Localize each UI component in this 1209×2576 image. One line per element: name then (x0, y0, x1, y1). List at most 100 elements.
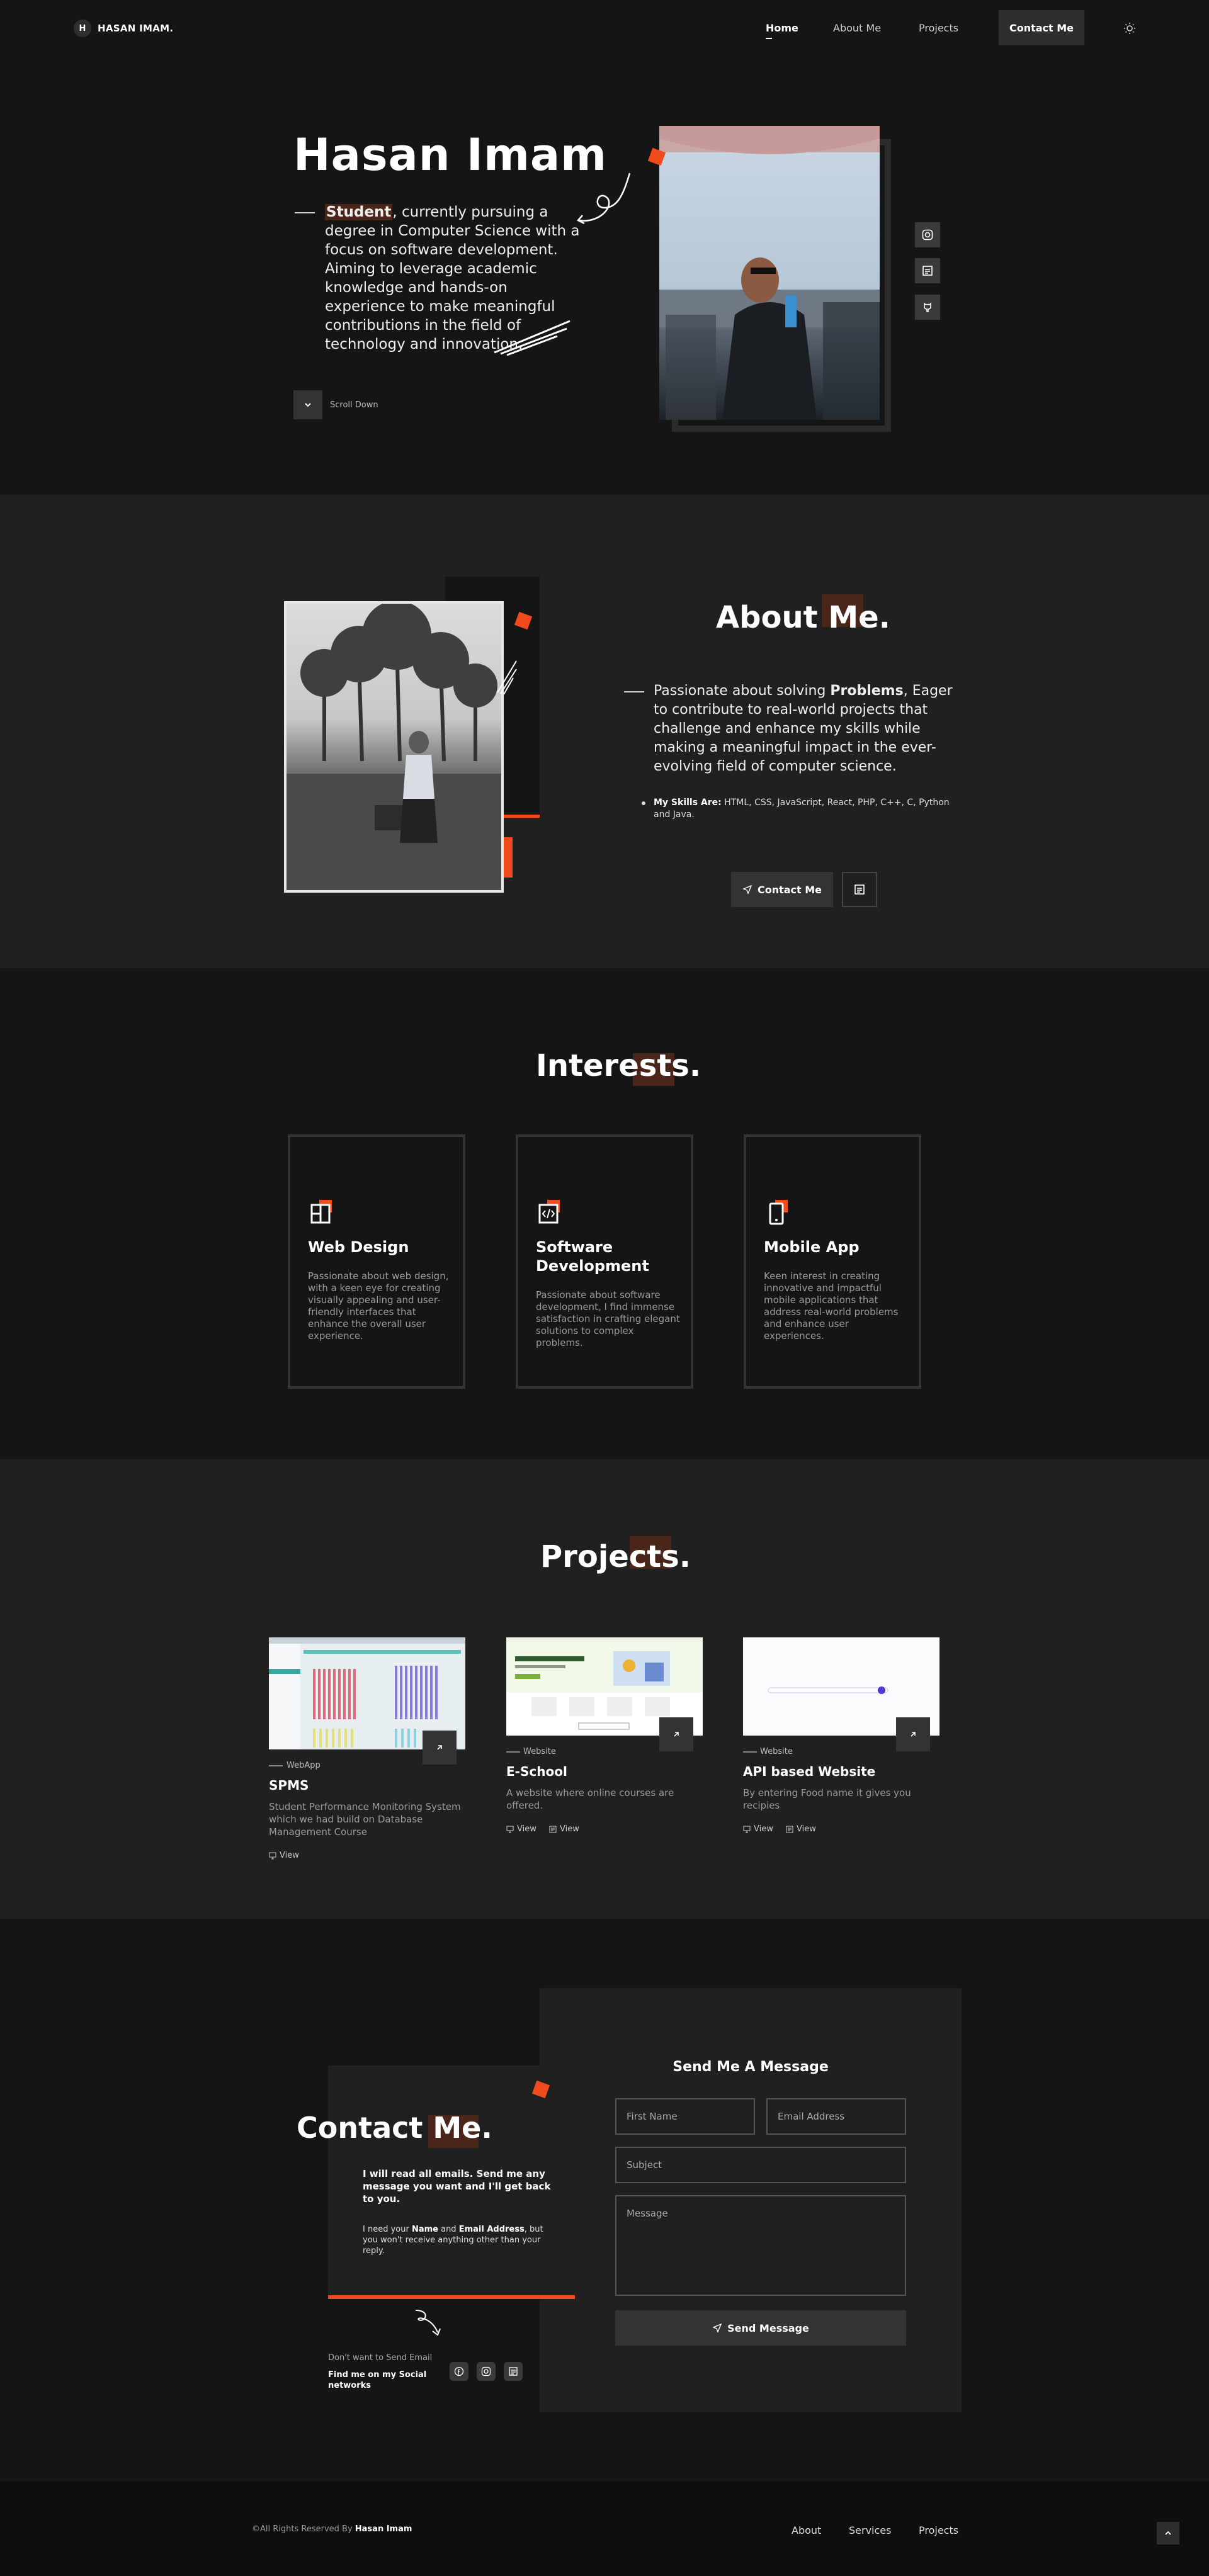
instagram-link[interactable] (915, 222, 940, 247)
about-resume-button[interactable] (842, 872, 877, 907)
subject-field[interactable]: Subject (615, 2147, 906, 2183)
send-icon (742, 884, 752, 895)
logo-text[interactable]: HASAN IMAM. (98, 23, 173, 34)
portfolio-link[interactable] (915, 258, 940, 283)
sun-icon[interactable] (1122, 21, 1137, 36)
first-name-field[interactable]: First Name (615, 2098, 755, 2135)
arrow-up-right-icon (437, 1745, 442, 1750)
project-open-button[interactable] (896, 1717, 930, 1751)
instagram-icon (481, 2366, 491, 2376)
view-label: View (517, 1824, 536, 1834)
logo-badge[interactable]: H (74, 20, 91, 37)
instagram-link[interactable] (477, 2362, 496, 2381)
hero-dash (295, 212, 315, 213)
form-title: Send Me A Message (673, 2059, 829, 2075)
project-tag: WebApp (287, 1761, 321, 1770)
back-to-top-button[interactable] (1157, 2522, 1179, 2545)
interests-title: Interests. (536, 1048, 701, 1083)
interest-title: Mobile App (764, 1238, 860, 1256)
project-desc: By entering Food name it gives you recip… (743, 1787, 911, 1811)
monitor-icon (269, 1852, 276, 1859)
monitor-icon (506, 1826, 514, 1833)
github-link[interactable] (915, 295, 940, 320)
project-code-link[interactable]: View (549, 1824, 579, 1834)
nav-active-indicator (766, 38, 772, 39)
accent-line (328, 2295, 575, 2299)
email-field[interactable]: Email Address (766, 2098, 906, 2135)
interest-text: Passionate about software development, I… (536, 1289, 680, 1348)
view-label: View (280, 1851, 299, 1860)
about-text-bold: Problems (830, 683, 904, 699)
interest-card: Mobile App Keen interest in creating inn… (744, 1134, 921, 1389)
nav-home[interactable]: Home (766, 22, 798, 34)
curly-arrow-decoration (415, 2310, 441, 2336)
tag-dash (269, 1765, 283, 1766)
about-contact-label: Contact Me (757, 883, 822, 896)
github-icon (924, 302, 931, 312)
note-text: and (438, 2225, 459, 2234)
facebook-icon (454, 2366, 464, 2376)
layout-icon (309, 1200, 337, 1228)
interest-text: Passionate about web design, with a keen… (308, 1270, 449, 1342)
interest-card: Web Design Passionate about web design, … (288, 1134, 465, 1389)
about-contact-button[interactable]: Contact Me (731, 872, 833, 907)
project-view-link[interactable]: View (506, 1824, 536, 1834)
accent-tab (502, 837, 513, 878)
facebook-link[interactable] (450, 2362, 468, 2381)
project-code-link[interactable]: View (786, 1824, 816, 1834)
note-bold-email: Email Address (458, 2225, 525, 2234)
nav-contact-button[interactable]: Contact Me (999, 10, 1084, 45)
project-desc: Student Performance Monitoring System wh… (269, 1801, 461, 1838)
project-open-button[interactable] (659, 1717, 693, 1751)
arrow-up-right-icon (911, 1732, 916, 1737)
projects-title: Projects. (540, 1539, 691, 1574)
scribble-decoration (494, 320, 570, 356)
hero-photo (659, 126, 880, 420)
scroll-down-button[interactable] (293, 390, 322, 419)
footer-services[interactable]: Services (849, 2524, 891, 2536)
interest-title: Software Development (536, 1238, 649, 1275)
tag-dash (506, 1751, 520, 1753)
code-icon (537, 1200, 565, 1228)
note-text: I need your (363, 2225, 412, 2234)
copyright: ©All Rights Reserved By Hasan Imam (252, 2524, 412, 2534)
chevron-up-icon (1165, 2531, 1171, 2535)
contact-note: I need your Name and Email Address, but … (363, 2224, 552, 2256)
hero-highlight: Student (325, 204, 393, 220)
view-label: View (754, 1824, 773, 1834)
contact-title: Contact Me. (297, 2111, 492, 2145)
note-bold-name: Name (411, 2225, 438, 2234)
alt-contact-bold: Find me on my Social networks (328, 2370, 427, 2390)
arrow-up-right-icon (674, 1732, 679, 1737)
copyright-owner: Hasan Imam (355, 2524, 412, 2534)
bullet (642, 801, 645, 805)
nav-projects[interactable]: Projects (919, 22, 958, 34)
document-icon (549, 1826, 557, 1833)
send-message-button[interactable]: Send Message (615, 2310, 906, 2346)
interest-card: Software Development Passionate about so… (516, 1134, 693, 1389)
scribble-decoration (497, 660, 517, 695)
project-view-link[interactable]: View (743, 1824, 773, 1834)
portfolio-link[interactable] (504, 2362, 523, 2381)
about-photo (284, 601, 504, 893)
about-text-1: Passionate about solving (654, 683, 831, 699)
project-open-button[interactable] (423, 1731, 457, 1765)
project-tag: Website (760, 1747, 793, 1756)
footer-projects[interactable]: Projects (919, 2524, 958, 2536)
navbar: H HASAN IMAM. Home About Me Projects Con… (0, 0, 1209, 57)
instagram-icon (922, 229, 933, 240)
interest-text: Keen interest in creating innovative and… (764, 1270, 899, 1342)
project-view-link[interactable]: View (269, 1851, 299, 1860)
message-field[interactable]: Message (615, 2195, 906, 2296)
about-dash (624, 691, 644, 692)
contact-paragraph: I will read all emails. Send me any mess… (363, 2168, 551, 2205)
copyright-text: ©All Rights Reserved By (252, 2524, 355, 2534)
about-description: Passionate about solving Problems, Eager… (654, 682, 956, 776)
document-icon (854, 884, 865, 895)
footer (0, 2482, 1209, 2576)
send-icon (712, 2323, 722, 2333)
footer-about[interactable]: About (792, 2524, 821, 2536)
nav-about[interactable]: About Me (833, 22, 881, 34)
about-title: About Me. (716, 600, 890, 635)
project-name: API based Website (743, 1764, 876, 1779)
